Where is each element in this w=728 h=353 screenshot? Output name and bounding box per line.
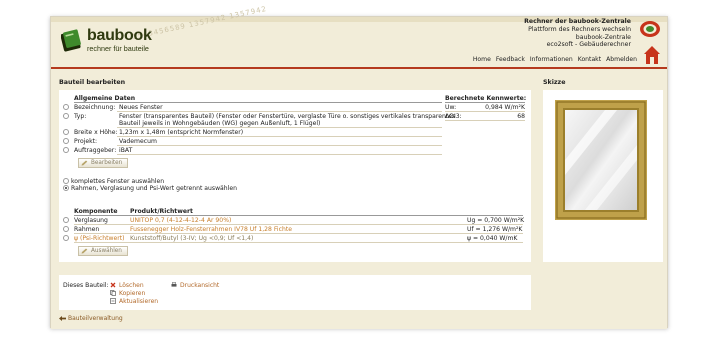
kennwert-oi3-value: 68 xyxy=(517,113,525,120)
product-psi: Kunststoff/Butyl (3-IV; Ug <0,9; Uf <1,4… xyxy=(130,235,254,242)
refresh-link[interactable]: Aktualisieren xyxy=(119,298,158,305)
radio-verglasung[interactable] xyxy=(63,217,69,223)
field-rule xyxy=(117,145,442,146)
logo-text: baubook xyxy=(87,27,152,44)
baubook-logo-icon xyxy=(61,29,81,52)
platform-title: Rechner der baubook-Zentrale xyxy=(524,18,631,25)
kennwerte-rule xyxy=(445,102,525,103)
delete-link[interactable]: Löschen xyxy=(119,282,144,289)
edit-button[interactable]: Bearbeiten xyxy=(78,158,128,168)
nav-home[interactable]: Home xyxy=(473,56,491,63)
pencil-icon xyxy=(81,248,88,254)
label-projekt: Projekt: xyxy=(74,138,98,145)
edit-panel: Allgemeine Daten Bezeichnung: Neues Fens… xyxy=(59,90,531,262)
radio-complete-window[interactable] xyxy=(63,178,69,184)
top-nav: Home Feedback Informationen Kontakt Abme… xyxy=(473,56,637,63)
product-rahmen-link[interactable]: Fussenegger Holz-Fensterrahmen IV78 Uf 1… xyxy=(130,226,292,233)
nav-abmelden[interactable]: Abmelden xyxy=(606,56,637,63)
logo-subtitle: rechner für bauteile xyxy=(87,44,149,53)
value-rahmen: Uf = 1,276 W/m²K xyxy=(467,226,523,233)
component-psi[interactable]: ψ (Psi-Richtwert) xyxy=(74,235,125,242)
field-rule xyxy=(74,224,523,225)
radio-rahmen[interactable] xyxy=(63,226,69,232)
radio-projekt[interactable] xyxy=(63,138,69,144)
kennwert-oi3-label: ΔOI3: xyxy=(445,113,462,120)
sketch-title: Skizze xyxy=(543,79,566,86)
sketch-panel xyxy=(543,90,663,262)
kennwerte-heading: Berechnete Kennwerte: xyxy=(445,95,527,102)
label-breite-hoehe: Breite x Höhe: xyxy=(74,129,118,136)
kennwert-uw-label: Uw: xyxy=(445,104,457,111)
back-link[interactable]: Bauteilverwaltung xyxy=(68,315,123,322)
print-link[interactable]: Druckansicht xyxy=(180,282,219,289)
field-rule xyxy=(117,136,442,137)
field-rule xyxy=(445,111,525,112)
platform-info: Rechner der baubook-Zentrale Plattform d… xyxy=(524,18,631,49)
pencil-icon xyxy=(81,160,88,166)
field-rule xyxy=(117,111,442,112)
actions-panel: Dieses Bauteil: Löschen Druckansicht Kop… xyxy=(59,275,531,310)
kennwert-uw-value: 0,984 W/m²K xyxy=(485,104,525,111)
header-decor-numbers: 1543456589 1357942 1357942 xyxy=(131,4,268,42)
general-heading-rule xyxy=(74,102,442,103)
select-button-label: Auswählen xyxy=(91,248,122,254)
product-heading: Produkt/Richtwert xyxy=(130,208,193,215)
radio-psi[interactable] xyxy=(63,235,69,241)
eco-logo-icon xyxy=(640,21,660,37)
nav-informationen[interactable]: Informationen xyxy=(530,56,573,63)
product-verglasung-link[interactable]: UNITOP 0,7 (4-12-4-12-4 Ar 90%) xyxy=(130,217,231,224)
option-complete-window[interactable]: komplettes Fenster auswählen xyxy=(71,178,164,185)
house-icon[interactable] xyxy=(643,45,661,65)
header: 1543456589 1357942 1357942 baubook rechn… xyxy=(51,5,667,67)
radio-separate-selection[interactable] xyxy=(63,185,69,191)
component-rahmen: Rahmen xyxy=(74,226,100,233)
radio-bezeichnung[interactable] xyxy=(63,104,69,110)
field-rule xyxy=(117,127,442,128)
nav-feedback[interactable]: Feedback xyxy=(496,56,525,63)
value-projekt: Vademecum xyxy=(119,138,157,145)
field-rule xyxy=(74,242,523,243)
radio-breite-hoehe[interactable] xyxy=(63,129,69,135)
radio-typ[interactable] xyxy=(63,113,69,119)
general-heading: Allgemeine Daten xyxy=(74,95,136,102)
copy-icon xyxy=(110,290,116,296)
value-breite-hoehe: 1,23m x 1,48m (entspricht Normfenster) xyxy=(119,129,244,136)
field-rule xyxy=(445,120,525,121)
page-title: Bauteil bearbeiten xyxy=(59,79,126,86)
value-bezeichnung: Neues Fenster xyxy=(119,104,163,111)
copy-link[interactable]: Kopieren xyxy=(119,290,145,297)
refresh-icon xyxy=(110,298,116,304)
value-psi: ψ = 0,040 W/mK xyxy=(467,235,518,242)
content-area: Bauteil bearbeiten Allgemeine Daten Beze… xyxy=(51,69,667,329)
component-verglasung: Verglasung xyxy=(74,217,108,224)
print-icon xyxy=(171,282,177,287)
delete-icon xyxy=(110,282,116,288)
value-verglasung: Ug = 0,700 W/m²K xyxy=(467,217,525,224)
back-arrow-icon xyxy=(59,316,66,321)
value-auftraggeber: iBAT xyxy=(119,147,133,154)
option-separate-selection[interactable]: Rahmen, Verglasung und Psi-Wert getrennt… xyxy=(71,185,237,192)
label-bezeichnung: Bezeichnung: xyxy=(74,104,116,111)
radio-auftraggeber[interactable] xyxy=(63,147,69,153)
edit-button-label: Bearbeiten xyxy=(91,160,123,166)
value-typ-line2: Bauteil jeweils in Wohngebäuden (WG) geg… xyxy=(119,120,321,127)
select-button[interactable]: Auswählen xyxy=(78,246,128,256)
label-typ: Typ: xyxy=(74,113,87,120)
value-typ: Fenster (transparentes Bauteil) (Fenster… xyxy=(119,113,456,120)
platform-option-eco2soft[interactable]: eco2soft - Gebäuderechner xyxy=(524,41,631,49)
switch-platform-link[interactable]: Plattform des Rechners wechseln xyxy=(524,26,631,34)
platform-option-zentrale[interactable]: baubook-Zentrale xyxy=(524,34,631,42)
field-rule xyxy=(74,233,523,234)
app-window: 1543456589 1357942 1357942 baubook rechn… xyxy=(50,5,668,329)
window-sketch-image xyxy=(555,100,647,220)
components-rule xyxy=(74,215,523,216)
actions-label: Dieses Bauteil: xyxy=(63,282,109,289)
label-auftraggeber: Auftraggeber: xyxy=(74,147,117,154)
component-heading: Komponente xyxy=(74,208,118,215)
nav-kontakt[interactable]: Kontakt xyxy=(578,56,601,63)
field-rule xyxy=(117,154,442,155)
